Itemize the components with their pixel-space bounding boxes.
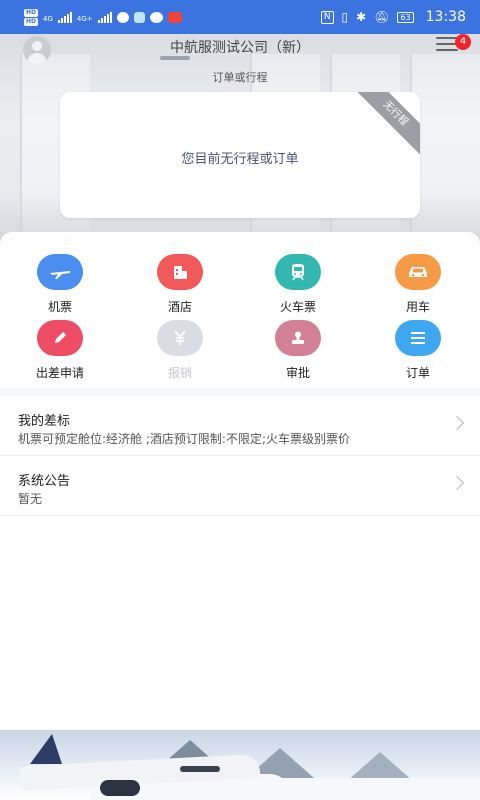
- footer-airplane-image: [0, 730, 480, 800]
- grid-item-orders[interactable]: 订单: [368, 320, 468, 381]
- grid-label-hotel: 酒店: [167, 300, 192, 314]
- yen-icon: [157, 320, 203, 356]
- grid-item-approval[interactable]: 审批: [248, 320, 348, 381]
- wechat-icon: [149, 11, 163, 23]
- battery-icon: 63: [397, 11, 414, 23]
- nfc-icon: N: [320, 10, 334, 24]
- pencil-icon: [37, 320, 83, 356]
- grid-label-orders: 订单: [405, 366, 430, 380]
- grid-label-car: 用车: [405, 300, 430, 314]
- message-icon: [116, 11, 129, 23]
- announcement-row[interactable]: 系统公告 暂无: [0, 456, 480, 516]
- signal-icon-2: [97, 11, 112, 23]
- network-type-2: 4G+: [76, 14, 93, 23]
- hotel-icon: [157, 254, 203, 290]
- airplane-icon: [37, 254, 83, 290]
- network-type-1: 4G: [43, 14, 53, 23]
- section-label: 订单或行程: [212, 71, 268, 84]
- notification-badge: 4: [455, 34, 471, 50]
- chevron-right-icon: [449, 475, 465, 491]
- car-icon: [395, 254, 441, 290]
- grid-item-travel-request[interactable]: 出差申请: [10, 320, 110, 381]
- divider-band: [0, 388, 480, 396]
- grid-item-reimbursement[interactable]: 报销: [130, 320, 230, 381]
- train-icon: [275, 254, 321, 290]
- announcement-detail: 暂无: [18, 492, 43, 506]
- grid-label-travel-request: 出差申请: [35, 366, 84, 380]
- hd-badge-1: HD: [24, 8, 39, 17]
- grid-item-car[interactable]: 用车: [368, 254, 468, 315]
- list-icon: [395, 320, 441, 356]
- grid-label-flight: 机票: [47, 300, 72, 314]
- signal-icon-1: [57, 11, 72, 23]
- grid-label-reimbursement: 报销: [167, 366, 192, 380]
- travel-standard-detail: 机票可预定舱位:经济舱 ;酒店预订限制:不限定;火车票级别票价: [18, 432, 350, 446]
- grid-label-approval: 审批: [285, 366, 310, 380]
- empty-trip-text: 您目前无行程或订单: [181, 152, 299, 167]
- chevron-right-icon: [449, 415, 465, 431]
- grid-item-train[interactable]: 火车票: [248, 254, 348, 315]
- grid-label-train: 火车票: [279, 300, 316, 314]
- announcement-title: 系统公告: [18, 474, 71, 489]
- travel-standard-title: 我的差标: [18, 414, 71, 429]
- travel-standard-row[interactable]: 我的差标 机票可预定舱位:经济舱 ;酒店预订限制:不限定;火车票级别票价: [0, 396, 480, 456]
- stamp-icon: [275, 320, 321, 356]
- vibrate-icon: ▯: [341, 10, 349, 24]
- grid-item-hotel[interactable]: 酒店: [130, 254, 230, 315]
- mute-icon: 🔕︎: [374, 10, 390, 24]
- trip-card[interactable]: 您目前无行程或订单 无行程: [60, 92, 420, 218]
- weather-icon: [133, 11, 145, 23]
- clock: 13:38: [425, 9, 466, 25]
- grid-item-flight[interactable]: 机票: [10, 254, 110, 315]
- app-notification-icon: [167, 11, 182, 23]
- bluetooth-icon: ✱: [356, 10, 367, 24]
- company-name: 中航服测试公司（新）: [170, 40, 310, 56]
- status-bar: HD HD 4G 4G+ N ▯ ✱ 🔕︎ 63 13:38: [0, 0, 480, 34]
- hd-badge-2: HD: [24, 17, 39, 26]
